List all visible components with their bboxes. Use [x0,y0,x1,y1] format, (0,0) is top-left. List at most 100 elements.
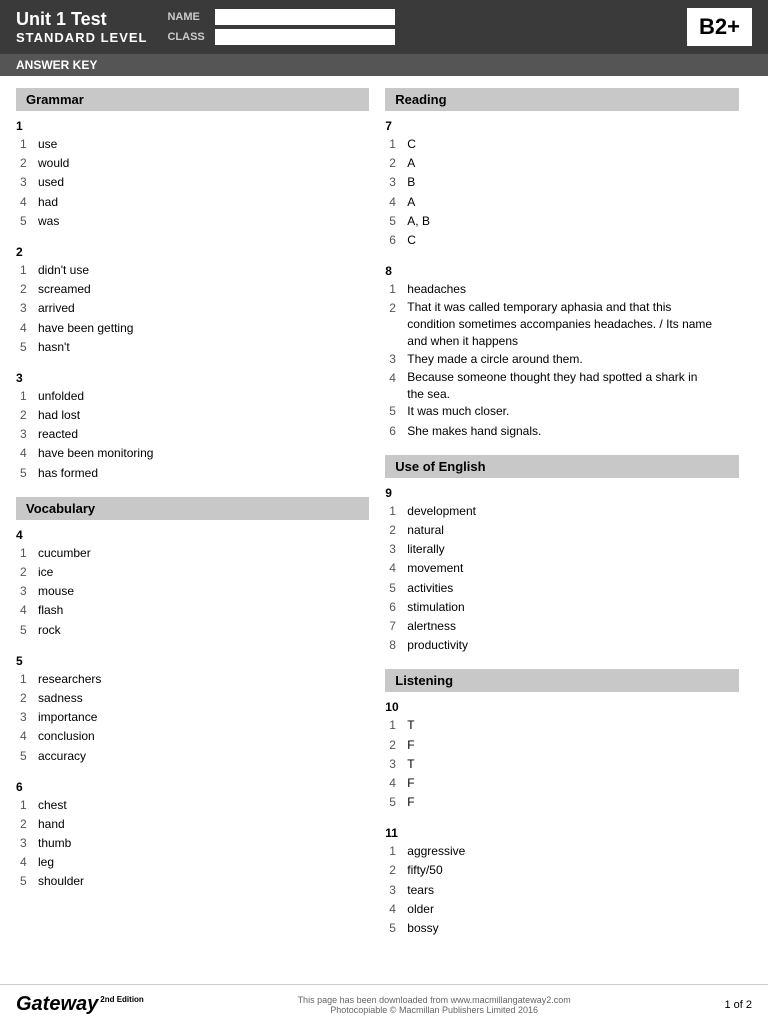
list-item: 1T [389,716,738,735]
uoe-q9: 9 1development 2natural 3literally 4move… [385,486,738,656]
grammar-q1-num: 1 [16,119,369,133]
list-item: 2screamed [20,280,369,299]
list-item: 4conclusion [20,727,369,746]
level-label: STANDARD LEVEL [16,30,147,45]
footer-page: 1 of 2 [724,999,752,1011]
list-item: 4A [389,193,738,212]
reading-q7: 7 1C 2A 3B 4A 5A, B 6C [385,119,738,250]
name-input[interactable] [215,9,395,25]
reading-q8-num: 8 [385,264,738,278]
list-item: 1researchers [20,670,369,689]
name-row: NAME [167,9,667,25]
name-label: NAME [167,11,207,23]
grammar-q2: 2 1didn't use 2screamed 3arrived 4have b… [16,245,369,357]
list-item: 1development [389,502,738,521]
list-item: 5shoulder [20,872,369,891]
list-item: 2had lost [20,406,369,425]
list-item: 3B [389,173,738,192]
list-item: 5It was much closer. [389,402,738,421]
listening-q11-num: 11 [385,826,738,840]
list-item: 1didn't use [20,261,369,280]
list-item: 6C [389,231,738,250]
reading-header: Reading [385,88,738,111]
reading-q8-list: 1headaches 2That it was called temporary… [385,280,738,441]
list-item: 1C [389,135,738,154]
list-item: 3arrived [20,299,369,318]
list-item: 1aggressive [389,842,738,861]
list-item: 5A, B [389,212,738,231]
list-item: 4older [389,900,738,919]
list-item: 2ice [20,563,369,582]
list-item: 5F [389,793,738,812]
list-item: 5activities [389,579,738,598]
grammar-q3: 3 1unfolded 2had lost 3reacted 4have bee… [16,371,369,483]
b2-badge: B2+ [687,8,752,46]
list-item: 3They made a circle around them. [389,350,738,369]
main-content: Grammar 1 1use 2would 3used 4had 5was 2 … [0,76,768,964]
list-item: 6She makes hand signals. [389,422,738,441]
list-item: 3T [389,755,738,774]
list-item: 5rock [20,621,369,640]
list-item: 4leg [20,853,369,872]
vocab-q6-list: 1chest 2hand 3thumb 4leg 5shoulder [16,796,369,892]
reading-q7-num: 7 [385,119,738,133]
list-item: 5hasn't [20,338,369,357]
list-item: 3reacted [20,425,369,444]
page-header: Unit 1 Test STANDARD LEVEL NAME CLASS B2… [0,0,768,54]
list-item: 3literally [389,540,738,559]
listening-q10-num: 10 [385,700,738,714]
list-item: 2would [20,154,369,173]
list-item: 1unfolded [20,387,369,406]
vocabulary-section: Vocabulary 4 1cucumber 2ice 3mouse 4flas… [16,497,369,892]
use-of-english-header: Use of English [385,455,738,478]
list-item: 6stimulation [389,598,738,617]
list-item: 5accuracy [20,747,369,766]
header-fields: NAME CLASS [167,9,667,45]
list-item: 4Because someone thought they had spotte… [389,369,738,403]
vocab-q5: 5 1researchers 2sadness 3importance 4con… [16,654,369,766]
list-item: 3tears [389,881,738,900]
page-footer: Gateway2nd Edition This page has been do… [0,984,768,1024]
unit-title: Unit 1 Test [16,9,147,30]
list-item: 3mouse [20,582,369,601]
grammar-q3-num: 3 [16,371,369,385]
listening-q10-list: 1T 2F 3T 4F 5F [385,716,738,812]
list-item: 4had [20,193,369,212]
answer-key-bar: ANSWER KEY [0,54,768,76]
right-column: Reading 7 1C 2A 3B 4A 5A, B 6C 8 1headac… [385,88,738,952]
grammar-q1: 1 1use 2would 3used 4had 5was [16,119,369,231]
list-item: 4flash [20,601,369,620]
list-item: 2That it was called temporary aphasia an… [389,299,738,349]
listening-q10: 10 1T 2F 3T 4F 5F [385,700,738,812]
listening-q11: 11 1aggressive 2fifty/50 3tears 4older 5… [385,826,738,938]
list-item: 1headaches [389,280,738,299]
vocab-q6: 6 1chest 2hand 3thumb 4leg 5shoulder [16,780,369,892]
class-input[interactable] [215,29,395,45]
grammar-section: Grammar 1 1use 2would 3used 4had 5was 2 … [16,88,369,483]
use-of-english-section: Use of English 9 1development 2natural 3… [385,455,738,656]
list-item: 4F [389,774,738,793]
list-item: 2natural [389,521,738,540]
list-item: 4movement [389,559,738,578]
left-column: Grammar 1 1use 2would 3used 4had 5was 2 … [16,88,369,952]
list-item: 5has formed [20,464,369,483]
list-item: 4have been getting [20,319,369,338]
list-item: 2sadness [20,689,369,708]
uoe-q9-num: 9 [385,486,738,500]
vocab-q4-num: 4 [16,528,369,542]
list-item: 3importance [20,708,369,727]
list-item: 2F [389,736,738,755]
grammar-q2-list: 1didn't use 2screamed 3arrived 4have bee… [16,261,369,357]
list-item: 3used [20,173,369,192]
answer-key-label: ANSWER KEY [16,58,97,72]
list-item: 7alertness [389,617,738,636]
reading-section: Reading 7 1C 2A 3B 4A 5A, B 6C 8 1headac… [385,88,738,441]
vocabulary-header: Vocabulary [16,497,369,520]
list-item: 1cucumber [20,544,369,563]
vocab-q5-num: 5 [16,654,369,668]
reading-q8: 8 1headaches 2That it was called tempora… [385,264,738,441]
grammar-q3-list: 1unfolded 2had lost 3reacted 4have been … [16,387,369,483]
gateway-logo: Gateway2nd Edition [16,993,144,1016]
list-item: 2A [389,154,738,173]
vocab-q4-list: 1cucumber 2ice 3mouse 4flash 5rock [16,544,369,640]
